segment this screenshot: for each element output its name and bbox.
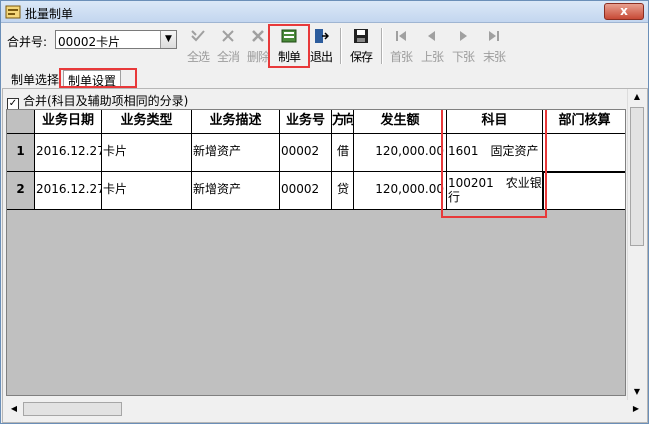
table-cell-amount[interactable]: 120,000.00	[354, 172, 447, 210]
last-record-button[interactable]: 末张	[479, 26, 509, 66]
subject-column-highlight	[441, 110, 547, 218]
make-voucher-highlight	[268, 24, 310, 68]
merge-number-select[interactable]: 00002卡片 ▼	[55, 30, 177, 49]
column-header-amount[interactable]: 发生额	[354, 110, 447, 134]
table-cell-department[interactable]	[543, 134, 625, 172]
voucher-grid: 业务日期 业务类型 业务描述 业务号 方向 发生额 科目 部门核算 1 2016…	[6, 109, 626, 396]
deselect-all-icon	[222, 30, 234, 42]
horizontal-scroll-thumb[interactable]	[23, 402, 122, 416]
column-header-department[interactable]: 部门核算	[543, 110, 625, 134]
scroll-down-icon[interactable]: ▼	[629, 384, 645, 400]
app-icon	[5, 5, 21, 19]
table-cell-department-active[interactable]	[543, 172, 625, 210]
select-all-button[interactable]: 全选	[183, 26, 213, 66]
exit-button[interactable]: 退出	[306, 26, 336, 66]
table-cell-direction[interactable]: 贷	[332, 172, 354, 210]
scroll-right-icon[interactable]: ▶	[628, 401, 644, 417]
toolbar: 合并号: 00002卡片 ▼ 全选 全消 删除 制单 退出 保存 首张 上张 下…	[1, 24, 648, 68]
row-number[interactable]: 2	[7, 172, 35, 210]
chevron-down-icon[interactable]: ▼	[160, 31, 176, 48]
scroll-left-icon[interactable]: ◀	[6, 401, 22, 417]
merge-checkbox-label: 合并(科目及辅助项相同的分录)	[23, 94, 189, 108]
first-record-button[interactable]: 首张	[386, 26, 416, 66]
tab-strip: 制单选择 制单设置	[1, 68, 648, 88]
merge-number-value: 00002卡片	[58, 35, 121, 49]
table-cell-type[interactable]: 卡片	[102, 134, 192, 172]
settings-panel: ✓ 合并(科目及辅助项相同的分录) 业务日期 业务类型 业务描述 业务号 方向 发…	[2, 88, 648, 423]
toolbar-separator	[340, 28, 342, 64]
first-icon	[396, 31, 406, 41]
table-cell-business-number[interactable]: 00002	[280, 134, 332, 172]
deselect-all-button[interactable]: 全消	[213, 26, 243, 66]
column-header-date[interactable]: 业务日期	[35, 110, 102, 134]
table-cell-business-number[interactable]: 00002	[280, 172, 332, 210]
table-cell-date[interactable]: 2016.12.27	[35, 172, 102, 210]
horizontal-scrollbar[interactable]: ◀ ▶	[6, 400, 644, 418]
next-record-button[interactable]: 下张	[448, 26, 478, 66]
toolbar-separator	[381, 28, 383, 64]
table-cell-description[interactable]: 新增资产	[192, 172, 280, 210]
settings-tab-highlight	[59, 68, 137, 88]
save-button[interactable]: 保存	[346, 26, 376, 66]
batch-voucher-window: 批量制单 x 合并号: 00002卡片 ▼ 全选 全消 删除 制单 退出 保存 …	[0, 0, 649, 424]
window-title: 批量制单	[25, 7, 74, 21]
table-cell-direction[interactable]: 借	[332, 134, 354, 172]
select-all-icon	[191, 30, 205, 42]
close-button[interactable]: x	[604, 3, 644, 20]
title-bar: 批量制单 x	[1, 1, 648, 23]
vertical-scrollbar[interactable]: ▲ ▼	[627, 89, 645, 400]
last-icon	[489, 31, 499, 41]
prev-icon	[428, 31, 435, 41]
column-header-direction[interactable]: 方向	[332, 110, 354, 134]
tab-voucher-selection[interactable]: 制单选择	[7, 70, 63, 88]
column-header-description[interactable]: 业务描述	[192, 110, 280, 134]
exit-icon	[315, 29, 329, 43]
table-cell-date[interactable]: 2016.12.27	[35, 134, 102, 172]
row-number[interactable]: 1	[7, 134, 35, 172]
table-cell-description[interactable]: 新增资产	[192, 134, 280, 172]
table-cell-amount[interactable]: 120,000.00	[354, 134, 447, 172]
save-icon	[354, 29, 368, 43]
grid-corner	[7, 110, 35, 134]
column-header-type[interactable]: 业务类型	[102, 110, 192, 134]
column-header-business-number[interactable]: 业务号	[280, 110, 332, 134]
next-icon	[460, 31, 467, 41]
merge-checkbox-row[interactable]: ✓ 合并(科目及辅助项相同的分录)	[7, 92, 188, 110]
scroll-up-icon[interactable]: ▲	[629, 89, 645, 105]
previous-record-button[interactable]: 上张	[417, 26, 447, 66]
delete-icon	[252, 30, 264, 42]
table-cell-type[interactable]: 卡片	[102, 172, 192, 210]
merge-number-label: 合并号:	[7, 35, 48, 49]
vertical-scroll-thumb[interactable]	[630, 107, 644, 246]
